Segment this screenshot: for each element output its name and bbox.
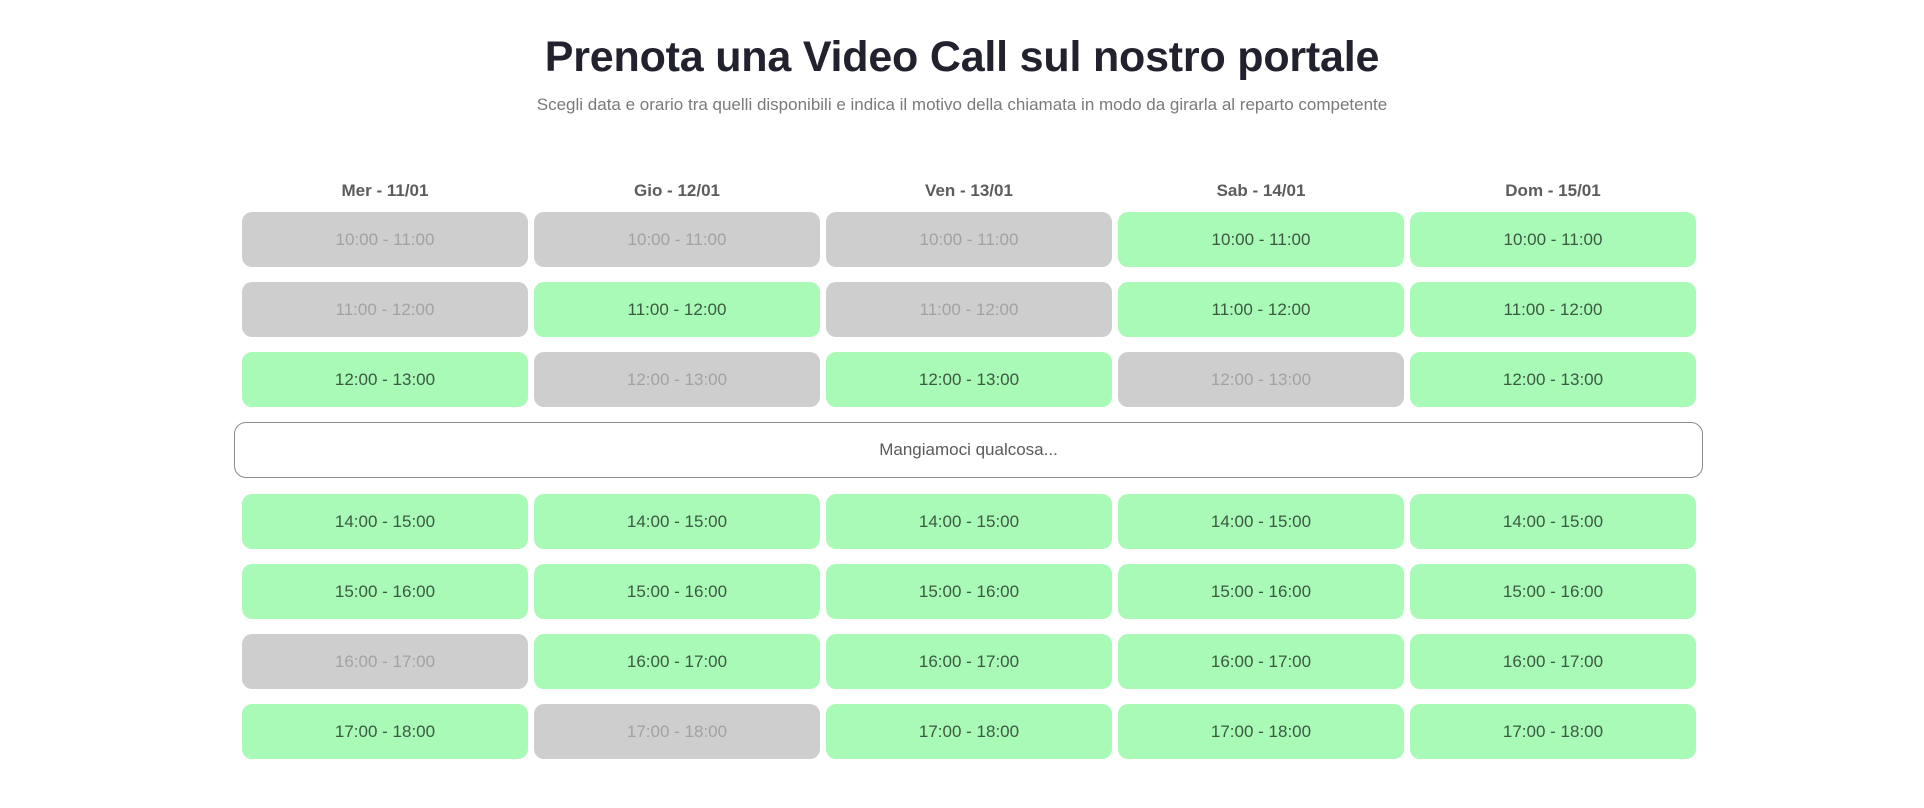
time-slot-row: 15:00 - 16:00 15:00 - 16:00 15:00 - 16:00 1…: [242, 564, 1698, 619]
time-slot-available[interactable]: 12:00 - 13:00: [1410, 352, 1696, 407]
time-slot-available[interactable]: 17:00 - 18:00: [242, 704, 528, 759]
page-header: Prenota una Video Call sul nostro portal…: [0, 26, 1924, 116]
time-slot-available[interactable]: 16:00 - 17:00: [1118, 634, 1404, 689]
time-slot-unavailable: 12:00 - 13:00: [534, 352, 820, 407]
time-slot-available[interactable]: 15:00 - 16:00: [1410, 564, 1696, 619]
time-slot-available[interactable]: 14:00 - 15:00: [534, 494, 820, 549]
day-header: Sab - 14/01: [1216, 181, 1306, 200]
day-header: Ven - 13/01: [925, 181, 1013, 200]
time-slot-available[interactable]: 15:00 - 16:00: [242, 564, 528, 619]
time-slot-available[interactable]: 15:00 - 16:00: [1118, 564, 1404, 619]
time-slot-row: 11:00 - 12:00 11:00 - 12:00 11:00 - 12:00 1…: [242, 282, 1698, 337]
booking-calendar: Mer - 11/01 Gio - 12/01 Ven - 13/01 Sab …: [242, 178, 1698, 422]
time-slot-row: 16:00 - 17:00 16:00 - 17:00 16:00 - 17:00 1…: [242, 634, 1698, 689]
time-slot-unavailable: 16:00 - 17:00: [242, 634, 528, 689]
time-slot-row: 17:00 - 18:00 17:00 - 18:00 17:00 - 18:00 1…: [242, 704, 1698, 759]
time-slot-available[interactable]: 11:00 - 12:00: [1410, 282, 1696, 337]
time-slot-row: 10:00 - 11:00 10:00 - 11:00 10:00 - 11:00 1…: [242, 212, 1698, 267]
time-slot-unavailable: 17:00 - 18:00: [534, 704, 820, 759]
time-slot-available[interactable]: 14:00 - 15:00: [1410, 494, 1696, 549]
time-slot-available[interactable]: 11:00 - 12:00: [1118, 282, 1404, 337]
day-header: Dom - 15/01: [1505, 181, 1601, 200]
time-slot-available[interactable]: 17:00 - 18:00: [826, 704, 1112, 759]
page-title: Prenota una Video Call sul nostro portal…: [544, 33, 1380, 81]
time-slot-available[interactable]: 15:00 - 16:00: [826, 564, 1112, 619]
time-slot-row: 12:00 - 13:00 12:00 - 13:00 12:00 - 13:00 1…: [242, 352, 1698, 407]
time-slot-available[interactable]: 14:00 - 15:00: [826, 494, 1112, 549]
time-slot-available[interactable]: 10:00 - 11:00: [1410, 212, 1696, 267]
time-slot-available[interactable]: 17:00 - 18:00: [1118, 704, 1404, 759]
time-slot-available[interactable]: 11:00 - 12:00: [534, 282, 820, 337]
lunch-break-bar: Mangiamoci qualcosa...: [234, 422, 1703, 478]
day-header: Mer - 11/01: [341, 181, 429, 200]
time-slot-unavailable: 11:00 - 12:00: [826, 282, 1112, 337]
time-slot-available[interactable]: 16:00 - 17:00: [826, 634, 1112, 689]
time-slot-unavailable: 10:00 - 11:00: [534, 212, 820, 267]
time-slot-available[interactable]: 16:00 - 17:00: [534, 634, 820, 689]
time-slot-unavailable: 10:00 - 11:00: [242, 212, 528, 267]
time-slot-available[interactable]: 10:00 - 11:00: [1118, 212, 1404, 267]
time-slot-row: 14:00 - 15:00 14:00 - 15:00 14:00 - 15:00 1…: [242, 494, 1698, 549]
time-slot-available[interactable]: 14:00 - 15:00: [242, 494, 528, 549]
time-slot-available[interactable]: 16:00 - 17:00: [1410, 634, 1696, 689]
time-slot-unavailable: 11:00 - 12:00: [242, 282, 528, 337]
time-slot-unavailable: 10:00 - 11:00: [826, 212, 1112, 267]
time-slot-available[interactable]: 14:00 - 15:00: [1118, 494, 1404, 549]
page-subtitle: Scegli data e orario tra quelli disponib…: [536, 95, 1388, 114]
time-slot-available[interactable]: 12:00 - 13:00: [242, 352, 528, 407]
time-slot-unavailable: 12:00 - 13:00: [1118, 352, 1404, 407]
time-slot-available[interactable]: 15:00 - 16:00: [534, 564, 820, 619]
day-headers: Mer - 11/01 Gio - 12/01 Ven - 13/01 Sab …: [242, 178, 1698, 212]
afternoon-slots: 14:00 - 15:00 14:00 - 15:00 14:00 - 15:00 1…: [242, 494, 1698, 774]
time-slot-available[interactable]: 17:00 - 18:00: [1410, 704, 1696, 759]
morning-slots: 10:00 - 11:00 10:00 - 11:00 10:00 - 11:00 1…: [242, 212, 1698, 407]
time-slot-available[interactable]: 12:00 - 13:00: [826, 352, 1112, 407]
day-header: Gio - 12/01: [634, 181, 720, 200]
